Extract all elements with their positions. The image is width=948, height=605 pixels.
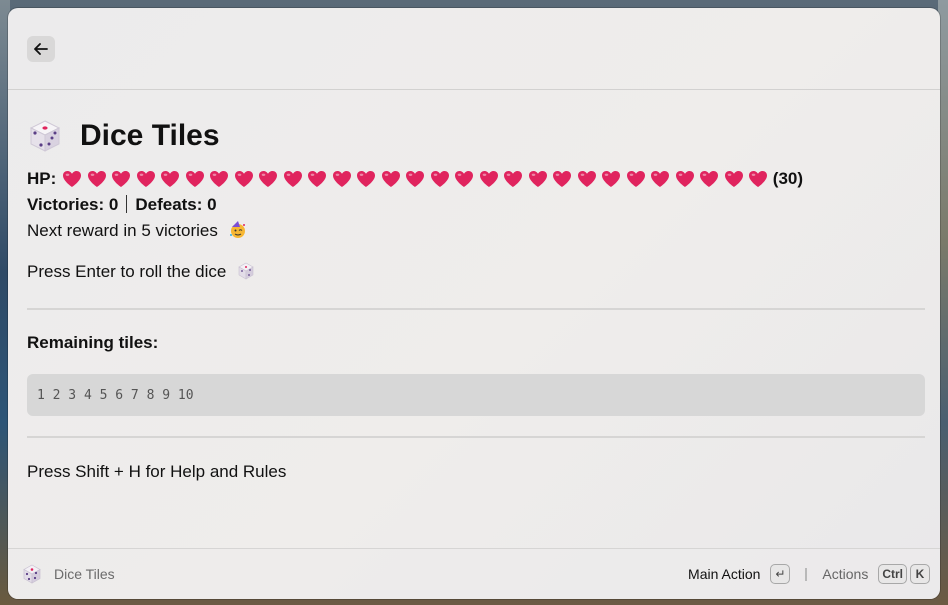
heart-icon [185,171,204,187]
divider [27,308,925,310]
heart-icon [234,171,253,187]
heart-icon [455,171,474,187]
remaining-tiles-label: Remaining tiles: [27,333,159,352]
reward-row: Next reward in 5 victories [27,218,925,244]
reward-text: Next reward in 5 victories [27,221,218,240]
remaining-tiles-code-block: 1 2 3 4 5 6 7 8 9 10 [27,374,925,416]
heart-icon [553,171,572,187]
main-action-button[interactable]: Main Action [688,566,760,582]
heart-icon [283,171,302,187]
k-key: K [910,564,930,584]
heart-icon [210,171,229,187]
extension-window: Dice Tiles HP: (30) Victories: 0 Defeats:… [8,8,940,599]
heart-icon [381,171,400,187]
heart-icon [259,171,278,187]
score-row: Victories: 0 Defeats: 0 [27,192,925,218]
heart-icon [651,171,670,187]
heart-icon [724,171,743,187]
heart-icon [136,171,155,187]
top-bar [8,8,940,90]
title-row: Dice Tiles [27,116,925,156]
help-instruction: Press Shift + H for Help and Rules [27,462,287,481]
score-divider [126,195,128,213]
hp-label: HP: [27,169,57,188]
heart-icon [87,171,106,187]
heart-icon [626,171,645,187]
heart-icon [749,171,768,187]
footer-command: Dice Tiles [21,563,115,585]
page-title: Dice Tiles [80,119,220,152]
victories-count: Victories: 0 [27,195,119,214]
hp-count: (30) [772,169,804,188]
action-bar: Dice Tiles Main Action ↵ Actions Ctrl K [8,548,940,599]
heart-icon [430,171,449,187]
heart-icon [700,171,719,187]
heart-icon [308,171,327,187]
footer-actions: Main Action ↵ Actions Ctrl K [688,564,930,584]
dice-icon [29,120,61,152]
actions-button[interactable]: Actions [822,566,868,582]
arrow-left-icon [34,43,48,55]
heart-icon [332,171,351,187]
roll-instruction: Press Enter to roll the dice [27,262,227,281]
dice-icon [238,262,254,280]
heart-icon [479,171,498,187]
footer-title: Dice Tiles [54,566,115,582]
heart-icon [577,171,596,187]
enter-key: ↵ [770,564,791,584]
divider [27,436,925,438]
ctrl-key: Ctrl [878,564,907,584]
heart-icon [357,171,376,187]
heart-icon [675,171,694,187]
main-content: Dice Tiles HP: (30) Victories: 0 Defeats:… [27,116,925,485]
hp-row: HP: (30) [27,166,925,192]
roll-row: Press Enter to roll the dice [27,259,925,285]
heart-icon [504,171,523,187]
hp-hearts [62,170,773,188]
defeats-count: Defeats: 0 [135,195,217,214]
dice-icon [23,564,41,584]
heart-icon [63,171,82,187]
heart-icon [161,171,180,187]
heart-icon [602,171,621,187]
heart-icon [528,171,547,187]
heart-icon [406,171,425,187]
back-button[interactable] [27,36,55,62]
heart-icon [112,171,131,187]
party-face-icon [229,221,245,238]
footer-divider [805,567,808,581]
